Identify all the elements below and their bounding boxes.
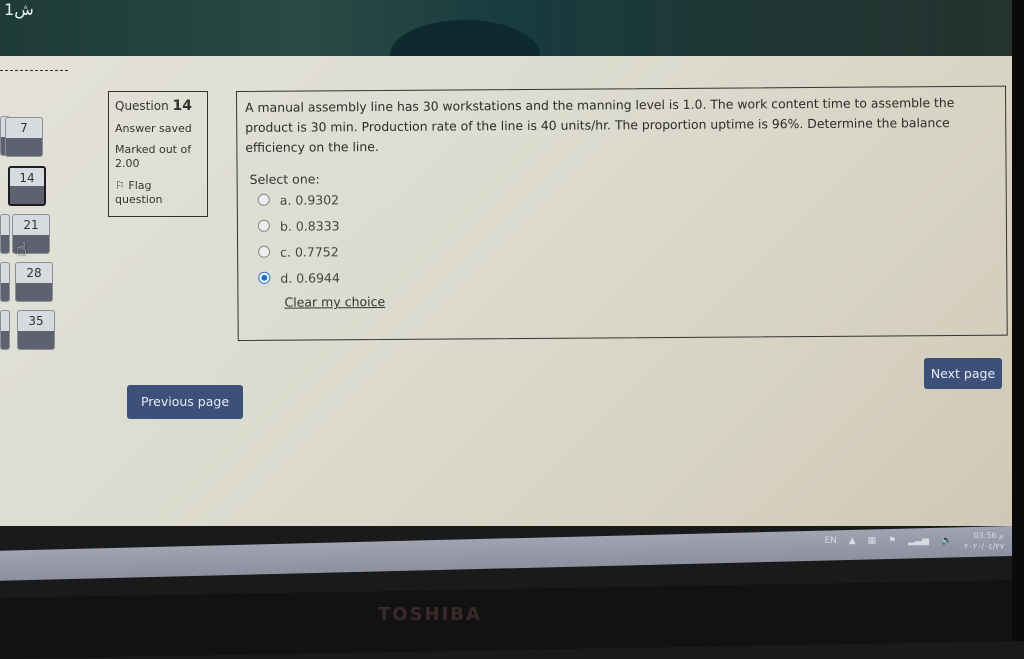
answer-status: Answer saved xyxy=(115,122,192,135)
option-label: a. 0.9302 xyxy=(279,191,340,208)
hand-pointer-cursor-icon: ☝ xyxy=(16,239,27,260)
action-center-icon[interactable]: ⚑ xyxy=(888,536,896,546)
question-prefix: Question xyxy=(115,99,169,113)
question-number: 14 xyxy=(172,98,192,114)
system-tray: EN ▲ ▦ ⚑ ▂▃▅ 🔈 03:56 م ٢٠٢٠/٠٤/٢٧ xyxy=(824,530,1004,552)
volume-icon[interactable]: 🔈 xyxy=(941,536,952,546)
quiz-nav-button-35[interactable]: 35 xyxy=(17,310,55,350)
question-info-panel: Question 14 Answer saved Marked out of 2… xyxy=(108,91,208,217)
flag-icon: ⚐ xyxy=(115,179,125,192)
show-hidden-icons-icon[interactable]: ▲ xyxy=(849,536,856,546)
photo-background-top xyxy=(0,0,1024,90)
next-page-button[interactable]: Next page xyxy=(924,358,1002,389)
quiz-nav-button-28[interactable]: 28 xyxy=(15,262,53,302)
option-label: b. 0.8333 xyxy=(279,217,340,234)
answered-indicator xyxy=(10,186,44,204)
quiz-nav-button-partial[interactable] xyxy=(0,310,10,350)
laptop-bezel xyxy=(0,580,1024,659)
answer-option-d[interactable]: d. 0.6944 xyxy=(258,260,998,291)
radio-button[interactable] xyxy=(258,245,271,258)
quiz-nav-number: 35 xyxy=(28,314,44,328)
clock-time: 03:56 م xyxy=(973,531,1004,540)
clear-choice-link[interactable]: Clear my choice xyxy=(284,294,385,310)
question-text: A manual assembly line has 30 workstatio… xyxy=(245,94,955,155)
radio-button-selected[interactable] xyxy=(258,271,271,284)
dashed-divider xyxy=(0,70,68,71)
answered-indicator xyxy=(18,331,54,349)
language-indicator[interactable]: EN xyxy=(824,536,836,546)
laptop-screen: 7 14 21 28 35 ☝ Question 14 Answer saved… xyxy=(0,56,1012,581)
quiz-nav-number: 21 xyxy=(23,218,39,232)
network-icon[interactable]: ▦ xyxy=(868,536,877,546)
marks-value: 2.00 xyxy=(115,157,140,170)
clock[interactable]: 03:56 م ٢٠٢٠/٠٤/٢٧ xyxy=(964,530,1004,552)
quiz-nav-number: 28 xyxy=(26,266,42,280)
marks-label: Marked out of xyxy=(115,143,192,156)
quiz-nav-button-partial[interactable] xyxy=(0,262,10,302)
quiz-nav-number: 7 xyxy=(20,121,28,135)
signal-icon[interactable]: ▂▃▅ xyxy=(908,536,929,546)
quiz-nav-button-14[interactable]: 14 xyxy=(8,166,46,206)
option-label: c. 0.7752 xyxy=(280,243,339,260)
quiz-nav-number: 14 xyxy=(19,171,35,185)
previous-page-button[interactable]: Previous page xyxy=(127,385,243,419)
screen-edge xyxy=(1012,0,1024,641)
question-content-panel: A manual assembly line has 30 workstatio… xyxy=(236,85,1008,341)
brand-logo: TOSHIBA xyxy=(378,604,482,625)
overlay-label: 1ش xyxy=(4,0,34,19)
clock-date: ٢٠٢٠/٠٤/٢٧ xyxy=(964,542,1004,551)
radio-button[interactable] xyxy=(257,193,270,206)
answered-indicator xyxy=(16,283,52,301)
flag-question-link[interactable]: ⚐ Flag question xyxy=(115,179,201,207)
marks-info: Marked out of 2.00 xyxy=(115,143,201,171)
answered-indicator xyxy=(6,138,42,156)
question-number-heading: Question 14 xyxy=(115,98,201,114)
option-label: d. 0.6944 xyxy=(280,269,340,286)
radio-button[interactable] xyxy=(257,219,270,232)
quiz-nav-button-partial[interactable] xyxy=(0,214,10,254)
quiz-nav-button-7[interactable]: 7 xyxy=(5,117,43,157)
